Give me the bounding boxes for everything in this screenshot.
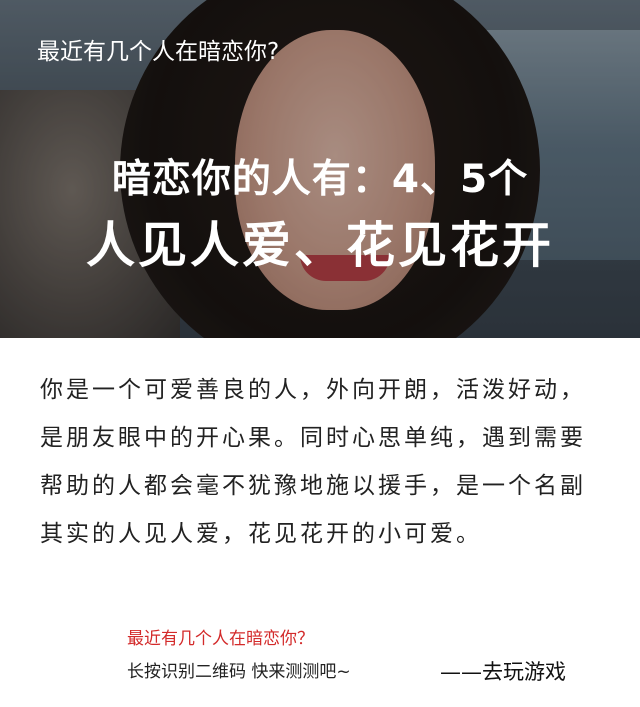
play-game-link[interactable]: ——去玩游戏 (440, 656, 566, 686)
qr-instruction: 长按识别二维码 快来测测吧~ (127, 662, 351, 682)
footer-quiz-question: 最近有几个人在暗恋你？ (127, 629, 314, 649)
result-description: 你是一个可爱善良的人，外向开朗，活泼好动，是朋友眼中的开心果。同时心思单纯，遇到… (40, 377, 586, 547)
result-tagline-heading: 人见人爱、花见花开 (85, 217, 554, 274)
quiz-question-title: 最近有几个人在暗恋你? (37, 39, 280, 65)
result-count-heading: 暗恋你的人有：4、5个 (111, 157, 529, 202)
